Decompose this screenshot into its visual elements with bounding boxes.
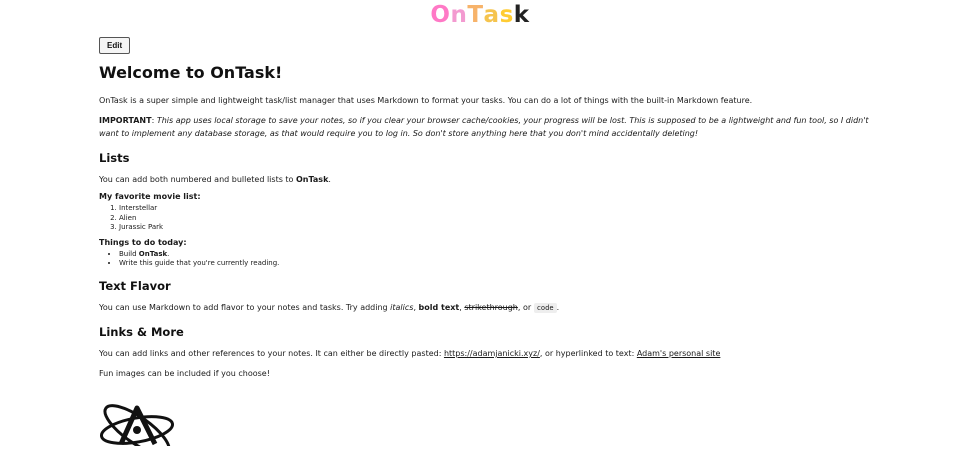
links-text-middle: , or hyperlinked to text: <box>539 349 637 358</box>
edit-button[interactable]: Edit <box>99 37 131 54</box>
atom-image <box>99 386 879 450</box>
logo-letter: a <box>483 2 500 28</box>
flavor-paragraph: You can use Markdown to add flavor to yo… <box>99 301 879 316</box>
todo-text-end: . <box>167 249 170 258</box>
logo-letter: T <box>467 2 484 28</box>
note-content: Edit Welcome to OnTask! OnTask is a supe… <box>99 33 879 450</box>
links-text: You can add links and other references t… <box>99 349 444 358</box>
flavor-sep: , or <box>517 302 534 312</box>
list-item: Interstellar <box>119 204 879 214</box>
lists-bold: OnTask <box>295 174 329 184</box>
bold-sample: bold text <box>418 302 460 312</box>
important-label: IMPORTANT <box>99 115 152 125</box>
direct-link[interactable]: https://adamjanicki.xyz/ <box>444 349 540 358</box>
logo-letter: s <box>499 2 514 28</box>
list-item: Alien <box>119 214 879 224</box>
flavor-text: You can use Markdown to add flavor to yo… <box>99 302 391 312</box>
intro-paragraph: OnTask is a super simple and lightweight… <box>99 96 753 105</box>
todo-label: Things to do today: <box>99 237 187 247</box>
list-item: Write this guide that you're currently r… <box>119 259 879 269</box>
links-paragraph: You can add links and other references t… <box>99 347 879 361</box>
important-text: This app uses local storage to save your… <box>99 115 869 139</box>
logo-letter: O <box>430 2 451 28</box>
atom-icon <box>99 404 175 450</box>
todo-text: Build <box>119 249 139 258</box>
strike-sample: strikethrough <box>464 302 518 312</box>
app-logo: OnTask <box>0 2 960 28</box>
links-heading: Links & More <box>99 325 184 339</box>
logo-letter: n <box>450 2 468 28</box>
logo-letter: k <box>513 2 530 28</box>
lists-text-end: . <box>328 174 331 184</box>
lists-text: You can add both numbered and bulleted l… <box>99 174 296 184</box>
todo-bold: OnTask <box>138 249 168 258</box>
images-paragraph: Fun images can be included if you choose… <box>99 368 270 378</box>
italic-sample: italics <box>390 302 414 312</box>
movie-list: Interstellar Alien Jurassic Park <box>99 204 879 233</box>
lists-heading: Lists <box>99 150 130 165</box>
list-item: Build OnTask. <box>119 250 879 260</box>
code-sample: code <box>533 302 557 313</box>
todo-list: Build OnTask. Write this guide that you'… <box>99 250 879 269</box>
page-title: Welcome to OnTask! <box>99 63 283 82</box>
list-item: Jurassic Park <box>119 223 879 233</box>
movies-label: My favorite movie list: <box>99 192 201 201</box>
important-paragraph: IMPORTANT: This app uses local storage t… <box>99 115 869 139</box>
lists-paragraph: You can add both numbered and bulleted l… <box>99 173 879 187</box>
flavor-heading: Text Flavor <box>99 278 171 293</box>
flavor-end: . <box>556 302 560 312</box>
personal-site-link[interactable]: Adam's personal site <box>637 349 721 358</box>
